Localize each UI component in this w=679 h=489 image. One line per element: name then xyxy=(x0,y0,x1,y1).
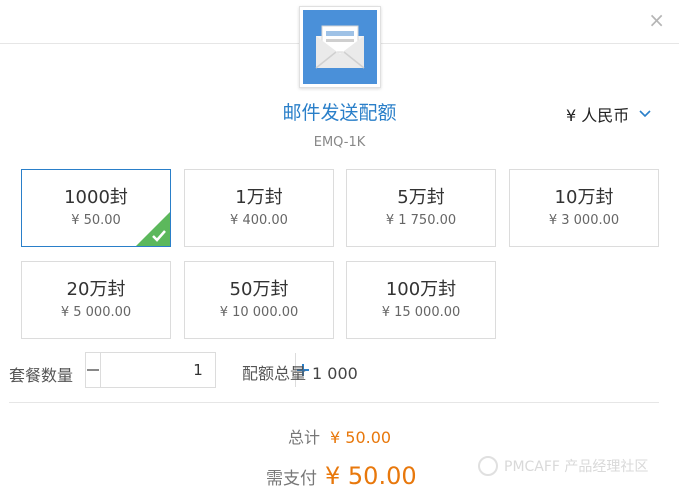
plan-option-100k[interactable]: 10万封 ¥ 3 000.00 xyxy=(509,169,659,247)
plan-name: 100万封 xyxy=(385,279,457,300)
plan-name: 20万封 xyxy=(66,279,126,300)
watermark: PMCAFF 产品经理社区 xyxy=(478,456,648,476)
quota-value: 1 000 xyxy=(312,364,358,383)
plan-name: 5万封 xyxy=(397,187,445,208)
plan-option-200k[interactable]: 20万封 ¥ 5 000.00 xyxy=(21,261,171,339)
close-icon[interactable]: × xyxy=(648,8,665,32)
total-amount: ¥ 50.00 xyxy=(330,428,392,447)
watermark-logo-icon xyxy=(478,456,498,476)
chevron-down-icon xyxy=(639,107,651,121)
quantity-stepper xyxy=(85,352,309,388)
pay-label: 需支付 xyxy=(266,469,317,489)
plan-option-1000[interactable]: 1000封 ¥ 50.00 xyxy=(21,169,171,247)
plan-price: ¥ 3 000.00 xyxy=(548,213,620,228)
plan-price: ¥ 400.00 xyxy=(230,213,288,228)
quota-label: 配额总量 xyxy=(242,364,307,383)
plan-price: ¥ 10 000.00 xyxy=(219,305,299,320)
quantity-label: 套餐数量 xyxy=(9,366,74,385)
pay-row: 需支付 ¥ 50.00 xyxy=(266,462,417,489)
plan-price: ¥ 1 750.00 xyxy=(385,213,457,228)
currency-label: ¥ 人民币 xyxy=(566,106,630,125)
product-image xyxy=(299,6,381,88)
watermark-text: PMCAFF 产品经理社区 xyxy=(504,459,649,475)
plan-name: 10万封 xyxy=(554,187,614,208)
total-label: 总计 xyxy=(288,428,321,447)
plan-name: 50万封 xyxy=(229,279,289,300)
total-row: 总计 ¥ 50.00 xyxy=(288,424,391,448)
plan-option-10k[interactable]: 1万封 ¥ 400.00 xyxy=(184,169,334,247)
plan-name: 1000封 xyxy=(64,187,128,208)
pay-amount: ¥ 50.00 xyxy=(325,462,417,489)
product-sku: EMQ-1K xyxy=(313,135,366,150)
envelope-icon xyxy=(315,25,365,69)
quota-total: 配额总量 1 000 xyxy=(242,360,358,384)
currency-select[interactable]: ¥ 人民币 xyxy=(566,102,651,126)
plan-price: ¥ 15 000.00 xyxy=(381,305,461,320)
plan-option-1m[interactable]: 100万封 ¥ 15 000.00 xyxy=(346,261,496,339)
minus-button[interactable] xyxy=(86,353,101,387)
plan-price: ¥ 5 000.00 xyxy=(60,305,132,320)
summary-divider xyxy=(9,402,659,403)
plan-name: 1万封 xyxy=(235,187,283,208)
minus-icon xyxy=(87,369,99,371)
plan-option-500k[interactable]: 50万封 ¥ 10 000.00 xyxy=(184,261,334,339)
plan-option-50k[interactable]: 5万封 ¥ 1 750.00 xyxy=(346,169,496,247)
checkmark-icon xyxy=(136,212,170,246)
